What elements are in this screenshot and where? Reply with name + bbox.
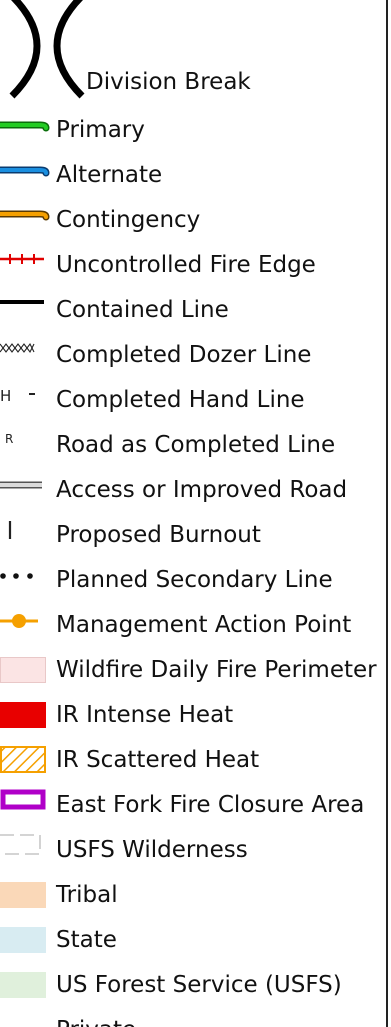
legend-item-completed-dozer-line: Completed Dozer Line <box>0 335 386 375</box>
legend-item-division-break: Division Break <box>0 0 386 100</box>
hand-line-symbol: H <box>0 387 11 405</box>
hand-line-icon: H <box>0 387 35 405</box>
legend-label: Management Action Point <box>56 612 352 638</box>
intense-heat-swatch <box>0 702 46 728</box>
dozer-line-icon <box>0 342 35 354</box>
legend-item-state: State <box>0 920 386 960</box>
legend-item-road-as-completed-line: R Road as Completed Line <box>0 425 386 465</box>
legend-label: Proposed Burnout <box>56 522 261 548</box>
legend-item-primary: Primary <box>0 110 386 150</box>
tribal-swatch <box>0 882 46 908</box>
legend-label: Completed Dozer Line <box>56 342 312 368</box>
scattered-heat-swatch <box>0 746 46 773</box>
legend-item-fire-perimeter: Wildfire Daily Fire Perimeter <box>0 650 386 690</box>
closure-area-swatch <box>0 789 46 810</box>
burnout-icon <box>8 521 12 539</box>
legend-label: Contained Line <box>56 297 229 323</box>
legend-label: Road as Completed Line <box>56 432 336 458</box>
legend-item-usfs: US Forest Service (USFS) <box>0 965 386 1005</box>
alternate-line-icon <box>0 166 50 177</box>
contained-line-icon <box>0 300 44 304</box>
legend-item-ir-scattered-heat: IR Scattered Heat <box>0 740 386 780</box>
usfs-swatch <box>0 972 46 998</box>
uncontrolled-fire-edge-icon <box>0 254 44 264</box>
contingency-line-icon <box>0 210 50 221</box>
legend-item-planned-secondary-line: Planned Secondary Line <box>0 560 386 600</box>
legend-label: Uncontrolled Fire Edge <box>56 252 316 278</box>
legend-item-usfs-wilderness: USFS Wilderness <box>0 830 386 870</box>
legend-label: Private <box>56 1016 136 1027</box>
map-legend: Division Break Primary Alternate Conting… <box>0 0 391 1027</box>
legend-item-contingency: Contingency <box>0 200 386 240</box>
legend-item-completed-hand-line: H Completed Hand Line <box>0 380 386 420</box>
road-completed-symbol: R <box>5 432 13 446</box>
access-road-icon <box>0 481 42 489</box>
legend-label: Division Break <box>86 69 251 95</box>
legend-item-private: Private <box>0 1010 386 1027</box>
primary-line-icon <box>0 121 50 132</box>
legend-item-contained-line: Contained Line <box>0 290 386 330</box>
legend-label: US Forest Service (USFS) <box>56 972 342 998</box>
legend-label: USFS Wilderness <box>56 837 248 863</box>
secondary-line-icon <box>0 573 33 579</box>
legend-label: Wildfire Daily Fire Perimeter <box>56 657 377 683</box>
wilderness-swatch <box>0 834 41 855</box>
legend-label: State <box>56 927 117 953</box>
legend-item-alternate: Alternate <box>0 155 386 195</box>
legend-item-uncontrolled-fire-edge: Uncontrolled Fire Edge <box>0 245 386 285</box>
legend-label: IR Scattered Heat <box>56 747 260 773</box>
legend-border <box>386 0 388 1027</box>
legend-item-closure-area: East Fork Fire Closure Area <box>0 785 386 825</box>
legend-label: Planned Secondary Line <box>56 567 333 593</box>
division-break-icon <box>9 0 85 99</box>
legend-label: Alternate <box>56 162 163 188</box>
legend-label: Contingency <box>56 207 201 233</box>
management-action-point-icon <box>0 614 38 628</box>
legend-item-access-road: Access or Improved Road <box>0 470 386 510</box>
legend-item-ir-intense-heat: IR Intense Heat <box>0 695 386 735</box>
legend-item-management-action-point: Management Action Point <box>0 605 386 645</box>
legend-label: Tribal <box>56 882 118 908</box>
road-completed-icon: R <box>5 432 13 446</box>
fire-perimeter-swatch <box>0 657 46 683</box>
legend-item-tribal: Tribal <box>0 875 386 915</box>
legend-label: IR Intense Heat <box>56 702 234 728</box>
state-swatch <box>0 927 46 953</box>
legend-label: East Fork Fire Closure Area <box>56 792 365 818</box>
legend-label: Access or Improved Road <box>56 477 348 503</box>
legend-item-proposed-burnout: Proposed Burnout <box>0 515 386 555</box>
legend-label: Primary <box>56 117 145 143</box>
legend-label: Completed Hand Line <box>56 387 305 413</box>
